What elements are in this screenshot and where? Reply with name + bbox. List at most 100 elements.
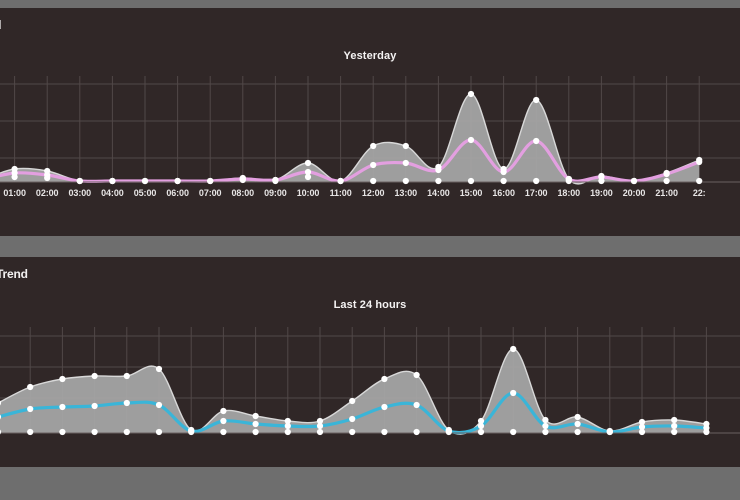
- data-point-min: [349, 428, 356, 436]
- data-point-avg: [477, 422, 485, 430]
- data-point-avg: [155, 401, 163, 409]
- x-tick-label: 02:00: [35, 188, 59, 198]
- data-point-max: [220, 407, 227, 415]
- data-point-avg: [349, 415, 356, 423]
- data-point-avg: [123, 399, 130, 407]
- panel-title-top: rend: [0, 18, 1, 32]
- data-point-max: [381, 375, 388, 383]
- x-tick-label: 15:00: [459, 188, 483, 198]
- data-point-max: [59, 375, 66, 383]
- data-point-avg: [500, 168, 507, 176]
- data-point-avg: [220, 417, 227, 425]
- data-point-min: [445, 428, 452, 436]
- data-point-avg: [381, 403, 388, 411]
- data-point-max: [370, 142, 377, 150]
- data-point-min: [671, 428, 678, 436]
- dashboard-page: rend Yesterday 01:00 02:00 03:00 04:00 05:00…: [0, 0, 740, 500]
- data-point-avg: [671, 422, 678, 430]
- data-point-avg: [574, 420, 581, 428]
- data-point-min: [510, 428, 517, 436]
- x-tick-label: 18:00: [557, 188, 581, 198]
- data-point-avg: [370, 161, 377, 169]
- data-point-min: [91, 428, 98, 436]
- x-tick-label: 11:00: [329, 188, 352, 198]
- data-point-avg: [696, 158, 703, 166]
- data-point-max: [574, 413, 581, 421]
- chart-title-yesterday: Yesterday: [343, 50, 397, 62]
- data-point-avg: [435, 166, 442, 174]
- data-point-max: [533, 96, 540, 104]
- panel-divider: [0, 236, 740, 257]
- data-point-min: [542, 428, 549, 436]
- x-tick-label: 03:00: [68, 188, 92, 198]
- x-tick-label: 01:00: [3, 188, 26, 198]
- bottom-gutter: [0, 467, 740, 500]
- data-point-max: [542, 416, 549, 424]
- data-point-avg: [413, 401, 420, 409]
- x-tick-label: 17:00: [524, 188, 548, 198]
- data-point-max: [349, 397, 356, 405]
- data-point-min: [220, 428, 227, 436]
- data-point-min: [477, 428, 485, 436]
- data-point-max: [155, 365, 163, 373]
- data-point-avg: [663, 170, 670, 178]
- x-tick-label: 21:00: [655, 188, 678, 198]
- x-tick-label: 12:00: [361, 188, 385, 198]
- data-point-avg: [284, 422, 291, 430]
- data-point-max: [671, 416, 678, 424]
- data-point-avg: [27, 405, 34, 413]
- data-point-min: [155, 428, 163, 436]
- data-point-avg: [252, 420, 259, 428]
- data-point-min: [284, 428, 291, 436]
- data-point-min: [11, 173, 18, 181]
- x-tick-label: 19:00: [590, 188, 613, 198]
- x-tick-label: 08:00: [231, 188, 255, 198]
- data-point-max: [27, 383, 34, 391]
- panel-yesterday-trend: rend Yesterday 01:00 02:00 03:00 04:00 05:00…: [0, 8, 740, 236]
- x-tick-label: 09:00: [264, 188, 287, 198]
- data-point-avg: [510, 389, 517, 397]
- data-point-min: [413, 428, 420, 436]
- data-point-min: [188, 428, 195, 436]
- data-point-avg: [467, 136, 475, 144]
- x-tick-label: 20:00: [622, 188, 646, 198]
- data-point-min: [316, 428, 324, 436]
- top-gutter: [0, 0, 740, 8]
- x-tick-label: 07:00: [198, 188, 222, 198]
- data-point-min: [252, 428, 259, 436]
- series-area-max-stroke: [0, 93, 700, 185]
- data-point-max: [413, 371, 420, 379]
- x-tick-label: 22:: [692, 188, 706, 198]
- data-point-max: [510, 345, 517, 353]
- data-point-min: [123, 428, 130, 436]
- data-point-avg: [402, 159, 409, 167]
- data-point-max: [252, 412, 259, 420]
- plot-area-yesterday: [0, 76, 740, 192]
- data-point-avg: [533, 137, 540, 145]
- data-point-min: [27, 428, 34, 436]
- x-tick-label: 13:00: [394, 188, 418, 198]
- data-point-avg: [316, 422, 324, 430]
- panel-title-bottom: me Trend: [0, 267, 28, 281]
- data-point-max: [304, 159, 312, 167]
- data-point-max: [91, 372, 98, 380]
- x-tick-label: 14:00: [427, 188, 450, 198]
- chart-svg-yesterday: [0, 76, 740, 185]
- x-tick-label: 04:00: [101, 188, 124, 198]
- data-point-max: [467, 90, 475, 98]
- x-tick-label: 05:00: [133, 188, 157, 198]
- data-point-min: [606, 428, 613, 436]
- plot-area-last-24-hours: [0, 327, 740, 443]
- chart-title-last-24-hours: Last 24 hours: [333, 299, 407, 311]
- x-tick-label: 10:00: [296, 188, 320, 198]
- series-area-max: [0, 93, 700, 184]
- chart-svg-last-24-hours: [0, 327, 740, 436]
- x-tick-label: 06:00: [166, 188, 189, 198]
- x-axis-yesterday: 01:00 02:00 03:00 04:00 05:00 06:00 07:00 08:00…: [0, 184, 740, 202]
- data-point-min: [381, 428, 388, 436]
- data-point-min: [304, 173, 312, 181]
- data-point-avg: [59, 403, 66, 411]
- x-tick-label: 16:00: [492, 188, 515, 198]
- data-point-avg: [542, 422, 549, 430]
- panel-time-trend: me Trend Last 24 hours 0011:0012:0013:00…: [0, 257, 740, 467]
